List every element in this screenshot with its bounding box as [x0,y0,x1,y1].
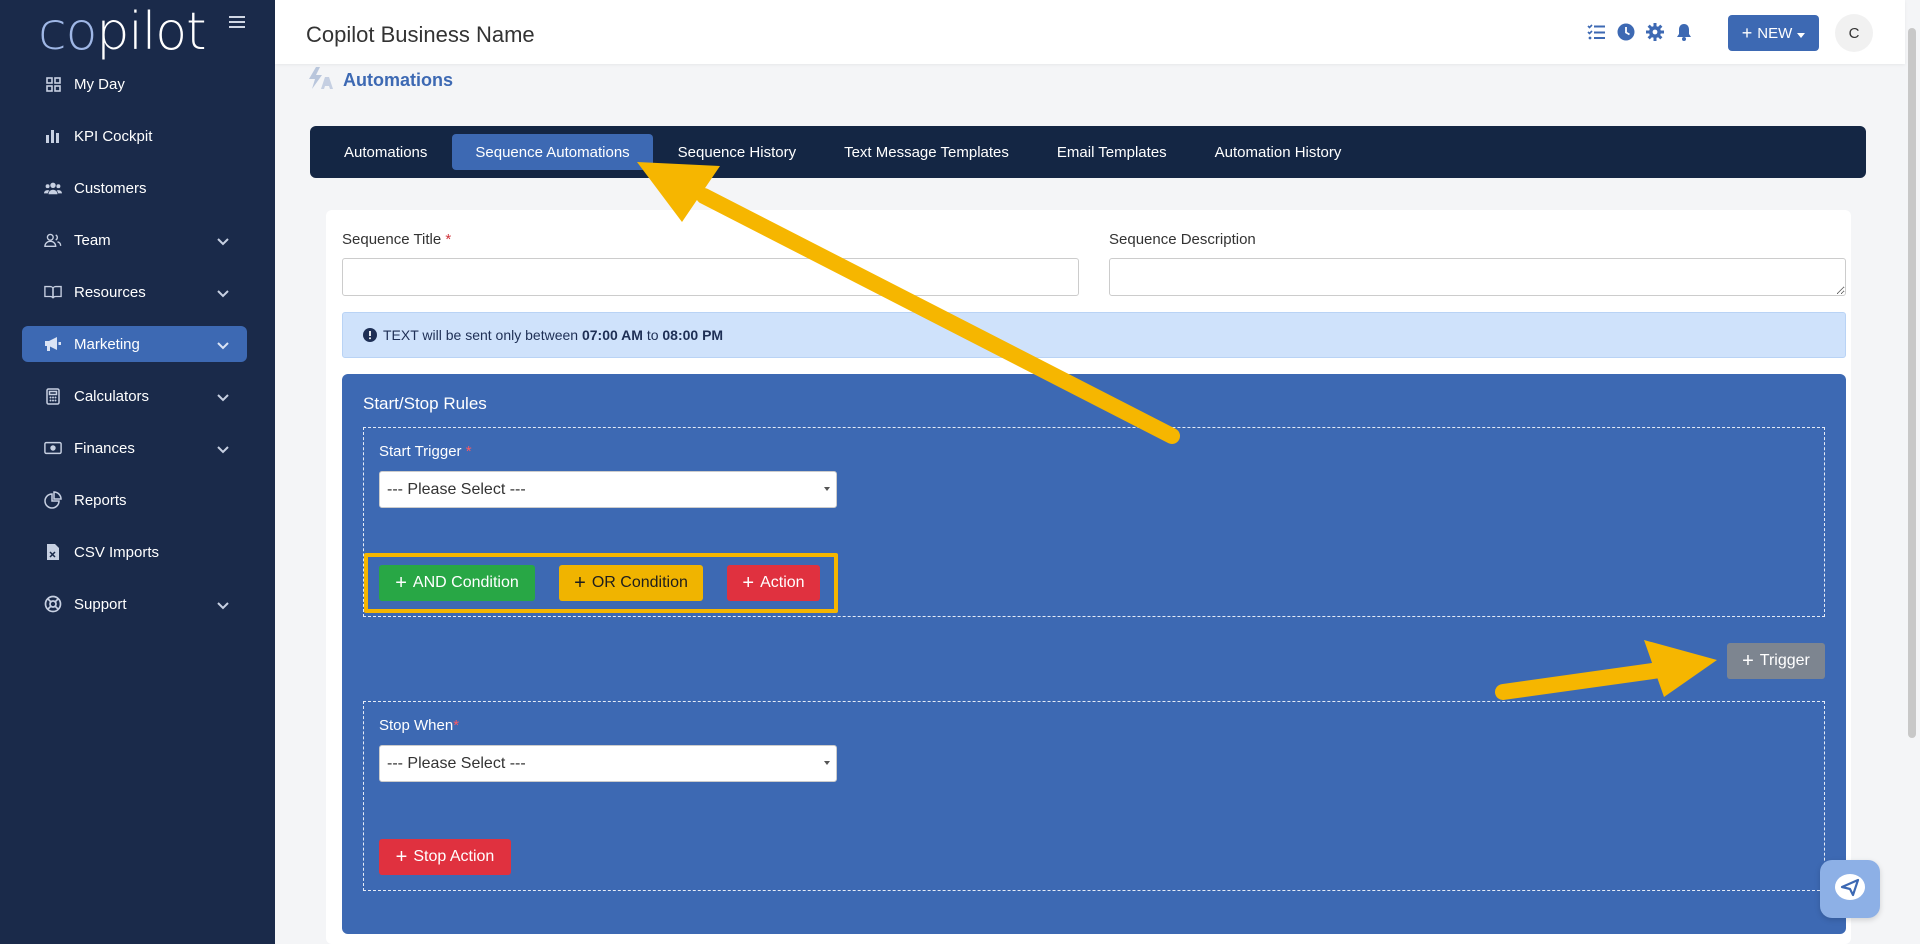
book-icon [44,283,62,301]
sidebar-item-label: Customers [74,179,147,197]
caret-down-icon [1797,25,1806,42]
top-header: Copilot Business Name + NEW C [275,0,1905,64]
bell-icon[interactable] [1674,22,1693,41]
megaphone-icon [44,335,62,353]
sidebar-item-csv-imports[interactable]: CSV Imports [22,534,247,570]
sidebar-item-label: CSV Imports [74,543,160,561]
tab-sequence-history[interactable]: Sequence History [655,134,819,170]
paper-plane-icon [1833,872,1867,907]
copilot-logo[interactable]: copilot [38,2,207,62]
sidebar-item-my-day[interactable]: My Day [22,66,247,102]
text-window-info: TEXT will be sent only between 07:00 AM … [342,312,1846,358]
sidebar-item-calculators[interactable]: Calculators [22,378,247,414]
sequence-title-label: Sequence Title * [342,231,452,248]
plus-icon: + [1742,650,1754,672]
bar-chart-icon [44,127,62,145]
plus-icon: + [395,846,408,868]
money-icon [44,439,62,457]
page-heading: Automations [307,66,453,95]
plus-icon: + [395,572,407,594]
sidebar-item-label: Marketing [74,335,140,353]
gear-icon[interactable] [1645,22,1664,41]
add-or-condition-button[interactable]: + OR Condition [559,565,703,601]
chevron-down-icon[interactable] [217,337,229,354]
avatar[interactable]: C [1835,14,1873,52]
sidebar-item-team[interactable]: Team [22,222,247,258]
lifebuoy-icon [44,595,62,613]
sidebar-item-label: Reports [74,491,127,509]
sequence-description-label: Sequence Description [1109,231,1256,248]
add-action-button[interactable]: + Action [727,565,820,601]
new-button[interactable]: + NEW [1728,15,1819,51]
sidebar-item-customers[interactable]: Customers [22,170,247,206]
business-name: Copilot Business Name [306,22,535,47]
chevron-down-icon[interactable] [217,441,229,458]
tab-text-message-templates[interactable]: Text Message Templates [821,134,1032,170]
start-trigger-select[interactable]: --- Please Select --- [379,471,837,508]
sidebar-item-label: Resources [74,283,146,301]
users-icon [44,179,62,197]
chevron-down-icon[interactable] [217,233,229,250]
add-stop-action-button[interactable]: + Stop Action [379,839,511,875]
chevron-down-icon[interactable] [217,597,229,614]
sidebar-item-label: KPI Cockpit [74,127,153,145]
stop-when-select[interactable]: --- Please Select --- [379,745,837,782]
chevron-down-icon[interactable] [217,389,229,406]
start-trigger-label: Start Trigger * [379,443,472,460]
plus-icon: + [1741,23,1753,43]
sidebar-item-label: My Day [74,75,125,93]
user-group-icon [44,231,62,249]
sequence-description-textarea[interactable] [1109,258,1846,296]
info-icon [363,328,377,342]
grid-icon [44,75,62,93]
sidebar-item-label: Team [74,231,111,249]
file-csv-icon [44,543,62,561]
caret-down-icon [824,761,830,765]
chat-widget-button[interactable] [1820,860,1880,918]
sidebar-item-label: Support [74,595,127,613]
stop-when-label: Stop When* [379,717,460,734]
sidebar-item-label: Calculators [74,387,150,405]
sidebar-item-label: Finances [74,439,135,457]
task-list-icon[interactable] [1587,22,1606,41]
sidebar: copilot My Day KPI Cockpit Customers Tea… [0,0,275,944]
menu-toggle-icon[interactable] [229,16,245,30]
rules-title: Start/Stop Rules [363,394,487,413]
sidebar-item-reports[interactable]: Reports [22,482,247,518]
plus-icon: + [742,572,755,594]
tab-email-templates[interactable]: Email Templates [1034,134,1190,170]
header-icons [1587,22,1693,41]
add-trigger-button[interactable]: + Trigger [1727,643,1825,679]
clock-icon[interactable] [1616,22,1635,41]
pie-chart-icon [44,491,62,509]
sidebar-item-finances[interactable]: Finances [22,430,247,466]
scrollbar[interactable] [1908,28,1916,738]
sidebar-nav: My Day KPI Cockpit Customers Team Resour… [22,66,247,638]
sequence-title-input[interactable] [342,258,1079,296]
plus-icon: + [574,572,586,594]
sidebar-item-marketing[interactable]: Marketing [22,326,247,362]
sidebar-item-support[interactable]: Support [22,586,247,622]
automation-bolt-icon [307,66,333,95]
tab-automations[interactable]: Automations [321,134,450,170]
add-and-condition-button[interactable]: + AND Condition [379,565,535,601]
sidebar-item-resources[interactable]: Resources [22,274,247,310]
stop-when-box [363,701,1825,891]
sidebar-item-kpi-cockpit[interactable]: KPI Cockpit [22,118,247,154]
page-title: Automations [343,70,453,90]
automation-tabs: Automations Sequence Automations Sequenc… [310,126,1866,178]
calculator-icon [44,387,62,405]
tab-sequence-automations[interactable]: Sequence Automations [452,134,653,170]
caret-down-icon [824,487,830,491]
chevron-down-icon[interactable] [217,285,229,302]
tab-automation-history[interactable]: Automation History [1192,134,1365,170]
